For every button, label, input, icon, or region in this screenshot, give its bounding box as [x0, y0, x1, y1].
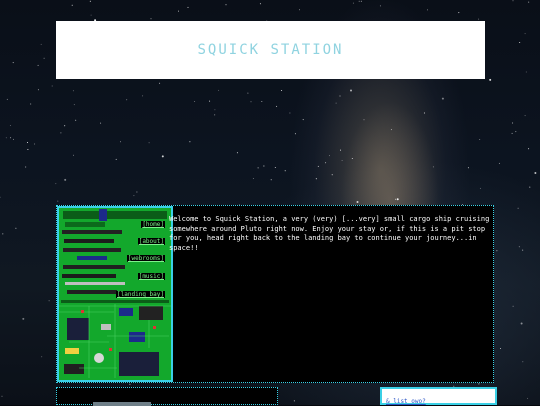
bottom-left-panel [56, 387, 278, 406]
nav-link-webrooms[interactable]: [webrooms] [126, 255, 165, 262]
welcome-text: Welcome to Squick Station, a very (very)… [169, 215, 490, 252]
bottom-right-panel: & list owo? [380, 387, 497, 405]
nav-link-landing-bay[interactable]: [landing bay] [116, 291, 165, 298]
thumbnail-image [93, 402, 151, 406]
nav-link-about[interactable]: [about] [137, 238, 165, 245]
list-link[interactable]: & list owo? [386, 398, 426, 405]
site-banner: SQUICK STATION [56, 21, 485, 79]
nav-panel: [home] [about] [webrooms] [music] [landi… [57, 206, 173, 382]
main-content-frame: [home] [about] [webrooms] [music] [landi… [56, 205, 494, 383]
site-title: SQUICK STATION [197, 42, 344, 58]
nav-link-music[interactable]: [music] [137, 273, 165, 280]
nav-link-home[interactable]: [home] [141, 221, 165, 228]
